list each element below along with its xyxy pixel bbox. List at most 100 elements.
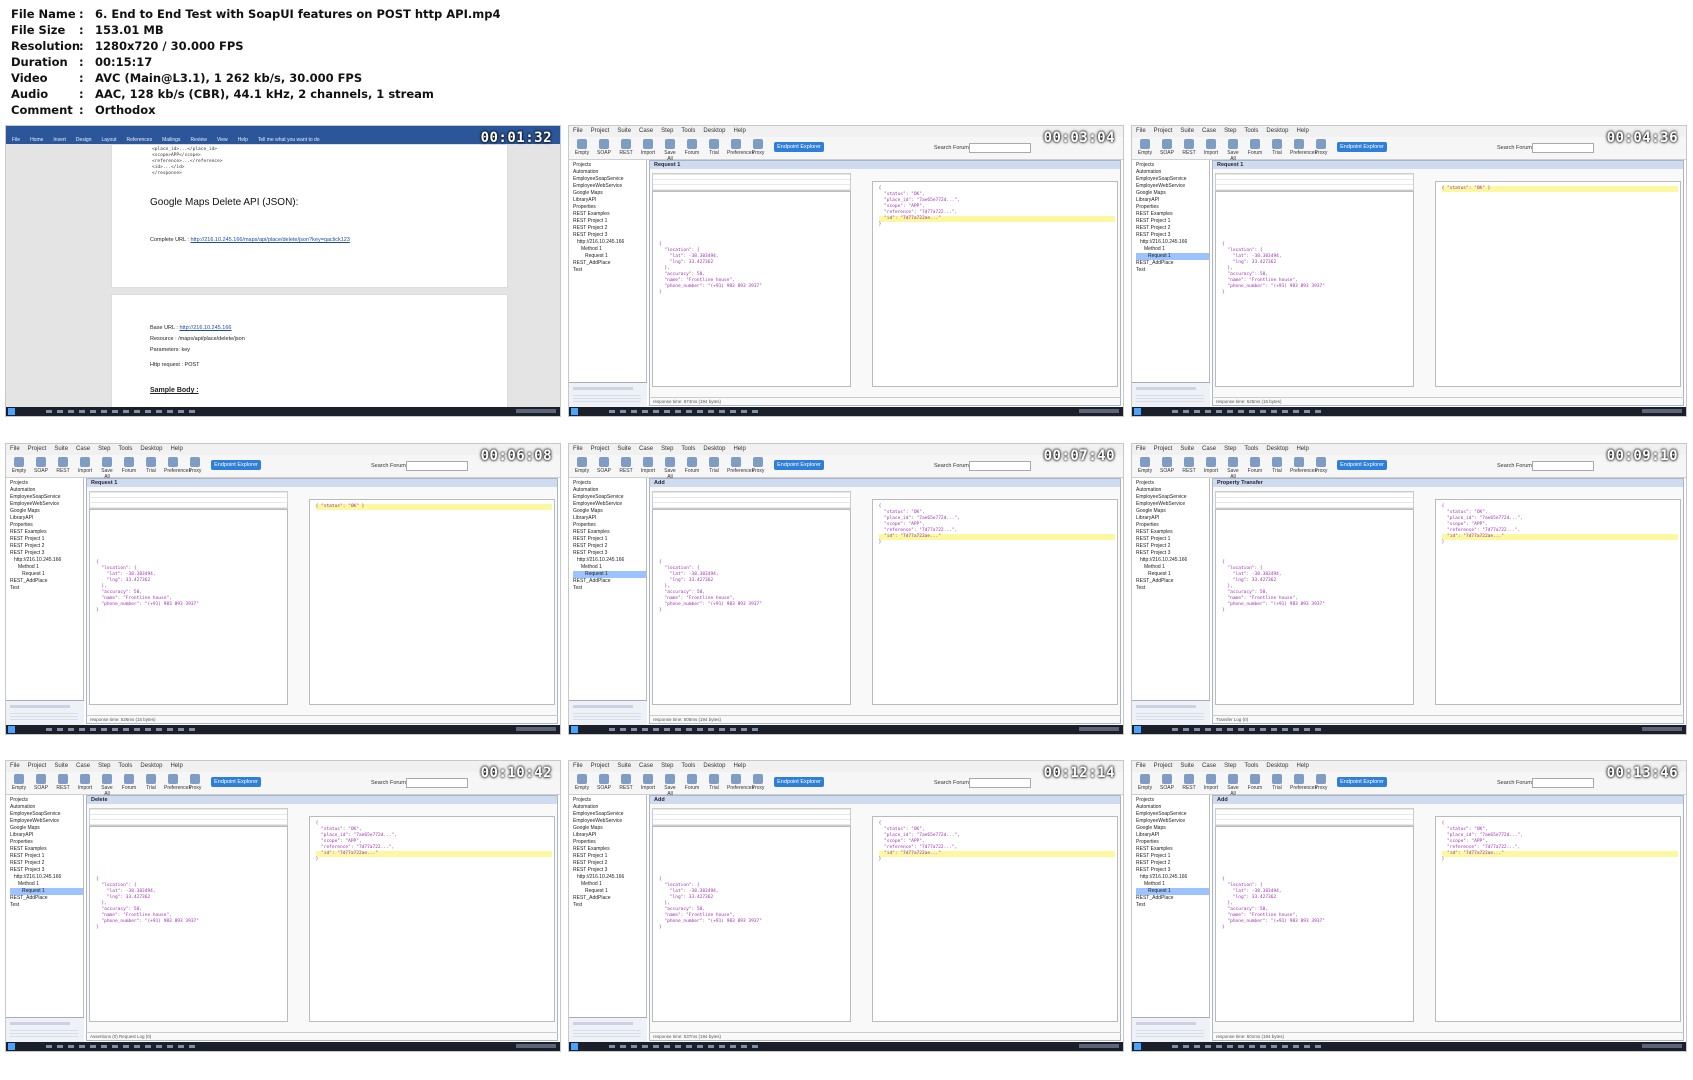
tree-node[interactable]: Google Maps [573,508,646,515]
tree-node[interactable]: Properties [573,204,646,211]
menu-item[interactable]: Step [98,763,110,769]
toolbar-button[interactable]: Trial [705,139,723,156]
tree-node[interactable]: Request 1 [1136,253,1209,260]
menu-item[interactable]: Tools [1244,763,1258,769]
tree-node[interactable]: Method 1 [573,564,646,571]
tree-node[interactable]: REST_AddPlace [10,578,83,585]
menu-item[interactable]: Tools [1244,446,1258,452]
tree-node[interactable]: Automation [1136,169,1209,176]
toolbar-button[interactable]: Proxy [1312,139,1330,156]
tree-node[interactable]: EmployeeWebService [1136,818,1209,825]
tree-node[interactable]: REST Project 1 [1136,853,1209,860]
tree-node[interactable]: REST_AddPlace [573,260,646,267]
tree-node[interactable]: EmployeeSoapService [573,176,646,183]
word-tab[interactable]: Help [238,137,248,143]
tree-node[interactable]: Properties [10,522,83,529]
word-tab[interactable]: Mailings [162,137,180,143]
menu-item[interactable]: Desktop [1266,446,1288,452]
menu-item[interactable]: Desktop [140,446,162,452]
toolbar-button[interactable]: Forum [1246,774,1264,791]
tree-node[interactable]: Automation [10,804,83,811]
toolbar-button[interactable]: REST [1180,139,1198,156]
tree-node[interactable]: http://216.10.245.166 [10,557,83,564]
menu-item[interactable]: Tools [1244,128,1258,134]
toolbar-button[interactable]: Preferences [164,774,191,791]
menu-item[interactable]: Help [1296,128,1308,134]
tree-node[interactable]: REST Project 1 [573,536,646,543]
menu-item[interactable]: Case [639,128,653,134]
tree-node[interactable]: REST Project 3 [1136,550,1209,557]
toolbar-button[interactable]: Preferences [727,139,754,156]
tree-node[interactable]: Automation [10,487,83,494]
toolbar-button[interactable]: REST [1180,774,1198,791]
menu-item[interactable]: Desktop [703,128,725,134]
project-tree[interactable]: Projects Automation EmployeeSoapService Emp… [569,160,647,392]
tree-node[interactable]: Test [10,585,83,592]
tree-node[interactable]: Method 1 [10,881,83,888]
toolbar-button[interactable]: SOAP [32,774,50,791]
toolbar-button[interactable]: Import [1202,774,1220,791]
project-tree[interactable]: Projects Automation EmployeeSoapService Emp… [6,795,84,1027]
menu-item[interactable]: File [1136,446,1146,452]
toolbar-button[interactable]: Forum [120,774,138,791]
tree-node[interactable]: EmployeeWebService [573,818,646,825]
toolbar-button[interactable]: Proxy [186,457,204,474]
tree-node[interactable]: REST Examples [573,211,646,218]
tree-node[interactable]: Properties [573,522,646,529]
tree-node[interactable]: LibraryAPI [573,197,646,204]
search-forum-input[interactable] [1532,143,1594,153]
menu-item[interactable]: Project [1154,763,1173,769]
word-tab[interactable]: Design [76,137,92,143]
menu-item[interactable]: Desktop [703,763,725,769]
start-button[interactable] [571,726,578,733]
toolbar-button[interactable]: Forum [683,457,701,474]
tree-node[interactable]: Test [1136,902,1209,909]
project-tree[interactable]: Projects Automation EmployeeSoapService Emp… [569,478,647,710]
tree-node[interactable]: Request 1 [573,253,646,260]
toolbar-button[interactable]: Empty [573,457,591,474]
start-button[interactable] [8,726,15,733]
tree-node[interactable]: REST_AddPlace [573,895,646,902]
tree-node[interactable]: EmployeeWebService [10,501,83,508]
menu-item[interactable]: File [1136,128,1146,134]
tree-node[interactable]: Projects [573,162,646,169]
toolbar-button[interactable]: Forum [683,139,701,156]
project-tree[interactable]: Projects Automation EmployeeSoapService Emp… [1132,160,1210,392]
tree-node[interactable]: REST_AddPlace [1136,260,1209,267]
tree-node[interactable]: Projects [1136,797,1209,804]
tree-node[interactable]: Method 1 [1136,564,1209,571]
tree-node[interactable]: LibraryAPI [1136,515,1209,522]
tree-node[interactable]: REST Project 1 [573,853,646,860]
tree-node[interactable]: http://216.10.245.166 [573,557,646,564]
menu-item[interactable]: Suite [617,128,631,134]
project-tree[interactable]: Projects Automation EmployeeSoapService Emp… [1132,478,1210,710]
tree-node[interactable]: Automation [1136,487,1209,494]
tree-node[interactable]: Request 1 [573,571,646,578]
tree-node[interactable]: Projects [1136,480,1209,487]
tree-node[interactable]: Automation [573,487,646,494]
tree-node[interactable]: REST Project 3 [10,550,83,557]
tree-node[interactable]: Method 1 [1136,246,1209,253]
toolbar-button[interactable]: Save All [661,774,679,797]
menu-item[interactable]: Suite [54,763,68,769]
menu-item[interactable]: Case [76,763,90,769]
menu-item[interactable]: Desktop [1266,763,1288,769]
search-forum-input[interactable] [969,143,1031,153]
toolbar-button[interactable]: Save All [1224,457,1242,480]
toolbar-button[interactable]: Proxy [186,774,204,791]
menu-item[interactable]: Case [1202,763,1216,769]
menu-item[interactable]: Project [28,763,47,769]
tree-node[interactable]: Test [1136,267,1209,274]
toolbar-button[interactable]: Empty [10,774,28,791]
menu-item[interactable]: Step [661,128,673,134]
toolbar-button[interactable]: Preferences [727,774,754,791]
endpoint-explorer-button[interactable]: Endpoint Explorer [1337,777,1387,787]
toolbar-button[interactable]: SOAP [595,457,613,474]
toolbar-button[interactable]: Empty [1136,457,1154,474]
word-tab[interactable]: Home [30,137,43,143]
endpoint-explorer-button[interactable]: Endpoint Explorer [211,777,261,787]
tree-node[interactable]: Google Maps [10,825,83,832]
toolbar-button[interactable]: SOAP [595,139,613,156]
tree-node[interactable]: Automation [1136,804,1209,811]
word-tab[interactable]: Review [190,137,206,143]
